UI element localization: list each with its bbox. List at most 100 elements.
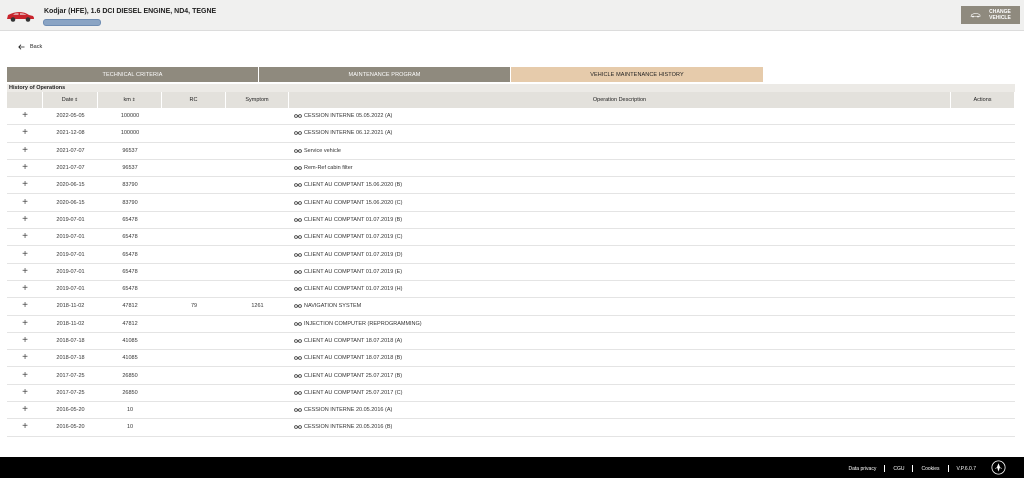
- row-description: CESSION INTERNE 06.12.2021 (A): [289, 130, 951, 136]
- row-description-text: CLIENT AU COMPTANT 01.07.2019 (C): [304, 234, 403, 241]
- expand-row-icon[interactable]: +: [7, 370, 43, 381]
- row-description: CLIENT AU COMPTANT 01.07.2019 (C): [289, 234, 951, 240]
- table-row[interactable]: +2019-07-01 65478 CLIENT AU COMPTANT 01.07…: [7, 281, 1015, 299]
- row-date: 2016-05-20: [56, 424, 85, 431]
- row-km: 65478: [122, 251, 138, 258]
- expand-row-icon[interactable]: +: [7, 111, 43, 121]
- expand-row-icon[interactable]: +: [7, 266, 43, 277]
- footer-link[interactable]: CGU: [893, 466, 904, 472]
- operation-type-icon: [294, 304, 302, 309]
- table-row[interactable]: +2021-07-07 96537 Service vehicle: [7, 143, 1015, 160]
- expand-column-header: [7, 92, 43, 108]
- row-km: 96537: [122, 147, 138, 154]
- row-date: 2019-07-01: [56, 286, 85, 293]
- row-date: 2018-07-18: [56, 355, 85, 362]
- row-km: 65478: [122, 286, 138, 293]
- row-description: Rem-Ref cabin filter: [289, 165, 951, 171]
- table-row[interactable]: +2021-12-08 100000 CESSION INTERNE 06.12.2…: [7, 125, 1015, 143]
- row-date: 2021-07-07: [56, 147, 85, 154]
- section-title: History of Operations: [7, 84, 1015, 92]
- table-row[interactable]: +2019-07-01 65478 CLIENT AU COMPTANT 01.07…: [7, 229, 1015, 247]
- change-vehicle-button[interactable]: CHANGE VEHICLE: [961, 6, 1020, 24]
- footer-separator: [947, 465, 949, 472]
- expand-row-icon[interactable]: +: [7, 336, 43, 346]
- expand-row-icon[interactable]: +: [7, 405, 43, 415]
- brand-logo-icon: [991, 460, 1006, 475]
- table-body: +2022-05-05 100000 CESSION INTERNE 05.05.2…: [7, 108, 1015, 437]
- footer-link: V.P.6.0.7: [956, 465, 976, 472]
- row-km: 65478: [122, 234, 138, 241]
- expand-row-icon[interactable]: +: [7, 180, 43, 190]
- tab-technical-criteria[interactable]: TECHNICAL CRITERIA: [7, 67, 258, 82]
- date-column-header[interactable]: Date ⇕: [43, 92, 98, 108]
- km-column-header[interactable]: km ⇕: [98, 92, 162, 108]
- expand-row-icon[interactable]: +: [7, 284, 43, 294]
- row-date: 2018-11-02: [56, 303, 85, 310]
- expand-row-icon[interactable]: +: [7, 128, 43, 138]
- operation-type-icon: [294, 218, 302, 222]
- row-description-text: NAVIGATION SYSTEM: [304, 303, 362, 310]
- table-row[interactable]: +2019-07-01 65478 CLIENT AU COMPTANT 01.07…: [7, 212, 1015, 230]
- expand-row-icon[interactable]: +: [7, 301, 43, 311]
- table-row[interactable]: +2017-07-25 26850 CLIENT AU COMPTANT 25.07…: [7, 367, 1015, 385]
- row-date: 2019-07-01: [56, 268, 85, 275]
- table-row[interactable]: +2017-07-25 26850 CLIENT AU COMPTANT 25.07…: [7, 385, 1015, 403]
- table-row[interactable]: +2018-11-02 47812 79 1261 NAVIGATION SYSTEM: [7, 298, 1015, 316]
- row-description-text: CLIENT AU COMPTANT 01.07.2019 (E): [304, 268, 403, 275]
- expand-row-icon[interactable]: +: [7, 145, 43, 156]
- row-description-text: Service vehicle: [304, 147, 341, 154]
- table-row[interactable]: +2020-06-15 83790 CLIENT AU COMPTANT 15.06…: [7, 177, 1015, 195]
- expand-row-icon[interactable]: +: [7, 249, 43, 260]
- expand-row-icon[interactable]: +: [7, 163, 43, 173]
- table-row[interactable]: +2016-05-20 10 CESSION INTERNE 20.05.2016 …: [7, 402, 1015, 420]
- back-link[interactable]: Back: [18, 44, 42, 50]
- table-row[interactable]: +2019-07-01 65478 CLIENT AU COMPTANT 01.07…: [7, 264, 1015, 281]
- row-km: 83790: [122, 182, 138, 189]
- table-row[interactable]: +2021-07-07 96537 Rem-Ref cabin filter: [7, 160, 1015, 178]
- tab-maintenance-program[interactable]: MAINTENANCE PROGRAM: [259, 67, 510, 82]
- expand-row-icon[interactable]: +: [7, 318, 43, 329]
- footer-separator: [912, 465, 914, 472]
- row-description-text: CLIENT AU COMPTANT 15.06.2020 (B): [304, 182, 403, 189]
- operation-type-icon: [294, 339, 302, 343]
- row-description-text: CLIENT AU COMPTANT 01.07.2019 (H): [304, 286, 403, 293]
- table-row[interactable]: +2018-07-18 41085 CLIENT AU COMPTANT 18.07…: [7, 333, 1015, 351]
- row-date: 2016-05-20: [56, 407, 85, 414]
- expand-row-icon[interactable]: +: [7, 353, 43, 363]
- expand-row-icon[interactable]: +: [7, 214, 43, 225]
- table-row[interactable]: +2018-07-18 41085 CLIENT AU COMPTANT 18.07…: [7, 350, 1015, 368]
- row-km: 100000: [120, 130, 140, 137]
- expand-row-icon[interactable]: +: [7, 422, 43, 432]
- expand-row-icon[interactable]: +: [7, 232, 43, 242]
- row-description: CLIENT AU COMPTANT 25.07.2017 (C): [289, 390, 951, 396]
- expand-row-icon[interactable]: +: [7, 387, 43, 398]
- actions-column-header: Actions: [951, 92, 1015, 108]
- row-km: 41085: [122, 338, 138, 344]
- row-description: CLIENT AU COMPTANT 01.07.2019 (H): [289, 286, 951, 292]
- operation-type-icon: [294, 408, 302, 412]
- table-row[interactable]: +2018-11-02 47812 INJECTION COMPUTER (REPR…: [7, 316, 1015, 333]
- description-column-header: Operation Description: [289, 92, 951, 108]
- row-description: CLIENT AU COMPTANT 01.07.2019 (E): [289, 269, 951, 275]
- row-description-text: CESSION INTERNE 05.05.2022 (A): [304, 113, 393, 120]
- row-description-text: Rem-Ref cabin filter: [304, 165, 353, 172]
- row-km: 10: [126, 407, 134, 414]
- row-date: 2019-07-01: [56, 251, 85, 258]
- operation-type-icon: [294, 270, 302, 274]
- expand-row-icon[interactable]: +: [7, 197, 43, 208]
- row-description-text: CLIENT AU COMPTANT 25.07.2017 (B): [304, 372, 403, 379]
- row-description-text: INJECTION COMPUTER (REPROGRAMMING): [304, 320, 422, 327]
- operations-table: Date ⇕ km ⇕ RC Symptom Operation Descripti…: [7, 92, 1015, 437]
- tab-vehicle-maintenance-history[interactable]: VEHICLE MAINTENANCE HISTORY: [511, 67, 763, 82]
- row-description-text: CESSION INTERNE 20.05.2016 (B): [304, 424, 393, 431]
- footer-link[interactable]: Data privacy: [849, 466, 877, 472]
- table-row[interactable]: +2020-06-15 83790 CLIENT AU COMPTANT 15.06…: [7, 194, 1015, 212]
- footer-link[interactable]: Cookies: [921, 466, 939, 472]
- table-row[interactable]: +2019-07-01 65478 CLIENT AU COMPTANT 01.07…: [7, 246, 1015, 264]
- row-symptom: 1261: [251, 303, 264, 310]
- operation-type-icon: [294, 356, 302, 361]
- table-row[interactable]: +2022-05-05 100000 CESSION INTERNE 05.05.2…: [7, 108, 1015, 126]
- row-date: 2019-07-01: [56, 216, 85, 223]
- row-description: NAVIGATION SYSTEM: [289, 303, 951, 309]
- table-row[interactable]: +2016-05-20 10 CESSION INTERNE 20.05.2016 …: [7, 419, 1015, 437]
